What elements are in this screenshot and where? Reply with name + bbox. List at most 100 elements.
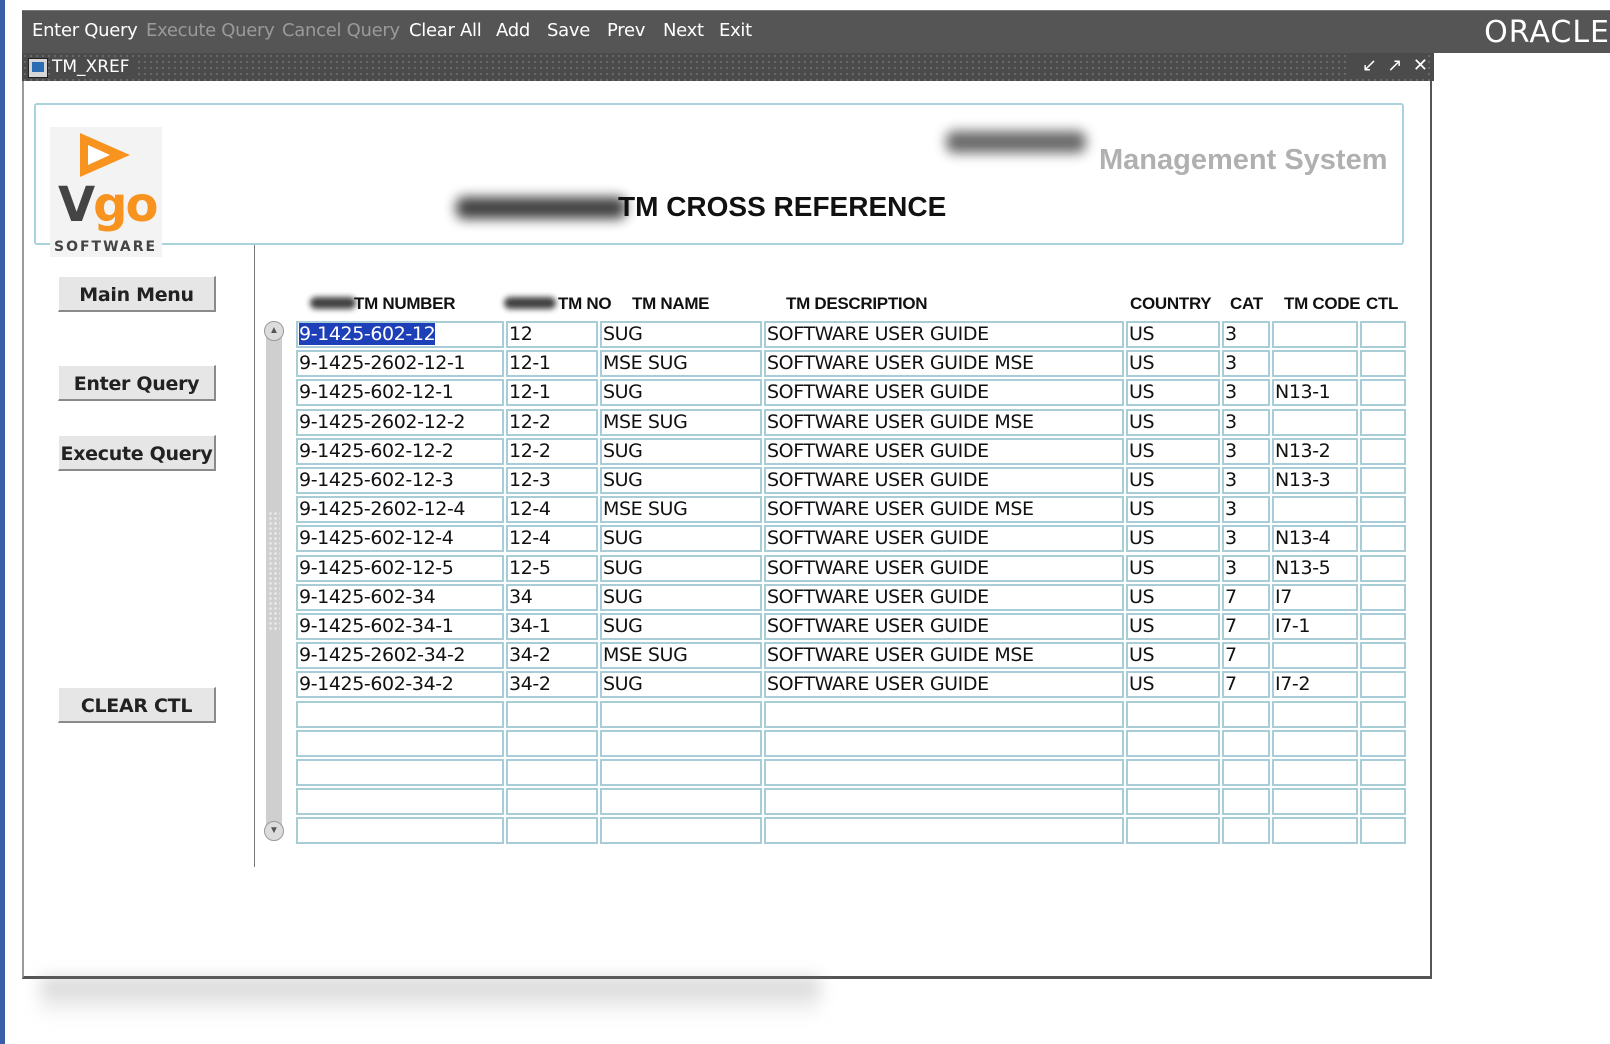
tm-name-field[interactable]: MSE SUG <box>600 350 762 377</box>
country-field[interactable] <box>1126 701 1220 728</box>
tm-name-field[interactable]: SUG <box>600 555 762 582</box>
tm-description-field[interactable]: SOFTWARE USER GUIDE <box>764 379 1124 406</box>
tm-name-field[interactable]: SUG <box>600 525 762 552</box>
tm-description-field[interactable]: SOFTWARE USER GUIDE <box>764 438 1124 465</box>
country-field[interactable]: US <box>1126 438 1220 465</box>
tm-no-field[interactable]: 12-2 <box>506 438 598 465</box>
tm-description-field[interactable] <box>764 788 1124 815</box>
cat-field[interactable] <box>1222 788 1270 815</box>
tm-description-field[interactable] <box>764 759 1124 786</box>
tm-name-field[interactable]: SUG <box>600 438 762 465</box>
tm-code-field[interactable] <box>1272 701 1358 728</box>
tm-code-field[interactable] <box>1272 409 1358 436</box>
tm-description-field[interactable]: SOFTWARE USER GUIDE MSE <box>764 350 1124 377</box>
cat-field[interactable]: 7 <box>1222 613 1270 640</box>
menu-add[interactable]: Add <box>496 20 530 41</box>
tm-number-field[interactable]: 9-1425-602-12-4 <box>296 525 504 552</box>
tm-name-field[interactable]: SUG <box>600 671 762 698</box>
tm-number-field[interactable]: 9-1425-602-12-1 <box>296 379 504 406</box>
close-icon[interactable]: ✕ <box>1413 55 1428 76</box>
tm-no-field[interactable]: 12-1 <box>506 350 598 377</box>
tm-description-field[interactable]: SOFTWARE USER GUIDE MSE <box>764 642 1124 669</box>
tm-code-field[interactable]: N13-1 <box>1272 379 1358 406</box>
menu-next[interactable]: Next <box>663 20 704 41</box>
ctl-field[interactable] <box>1360 321 1406 348</box>
tm-number-field[interactable] <box>296 788 504 815</box>
tm-no-field[interactable]: 34 <box>506 584 598 611</box>
ctl-field[interactable] <box>1360 496 1406 523</box>
tm-description-field[interactable]: SOFTWARE USER GUIDE <box>764 467 1124 494</box>
country-field[interactable] <box>1126 759 1220 786</box>
cat-field[interactable] <box>1222 730 1270 757</box>
tm-code-field[interactable]: N13-3 <box>1272 467 1358 494</box>
tm-description-field[interactable]: SOFTWARE USER GUIDE <box>764 584 1124 611</box>
country-field[interactable]: US <box>1126 613 1220 640</box>
ctl-field[interactable] <box>1360 701 1406 728</box>
tm-code-field[interactable]: I7-2 <box>1272 671 1358 698</box>
tm-code-field[interactable] <box>1272 321 1358 348</box>
country-field[interactable]: US <box>1126 584 1220 611</box>
tm-number-field[interactable]: 9-1425-602-12-5 <box>296 555 504 582</box>
tm-name-field[interactable] <box>600 788 762 815</box>
tm-number-field[interactable]: 9-1425-602-12 <box>296 321 504 348</box>
cat-field[interactable]: 3 <box>1222 525 1270 552</box>
tm-code-field[interactable]: N13-2 <box>1272 438 1358 465</box>
cat-field[interactable] <box>1222 701 1270 728</box>
tm-number-field[interactable]: 9-1425-2602-34-2 <box>296 642 504 669</box>
tm-number-field[interactable]: 9-1425-2602-12-1 <box>296 350 504 377</box>
cat-field[interactable]: 3 <box>1222 467 1270 494</box>
scroll-up-icon[interactable]: ▲ <box>264 321 284 341</box>
tm-code-field[interactable] <box>1272 730 1358 757</box>
ctl-field[interactable] <box>1360 555 1406 582</box>
tm-no-field[interactable]: 34-1 <box>506 613 598 640</box>
tm-name-field[interactable]: SUG <box>600 613 762 640</box>
tm-code-field[interactable]: N13-4 <box>1272 525 1358 552</box>
tm-number-field[interactable] <box>296 759 504 786</box>
ctl-field[interactable] <box>1360 379 1406 406</box>
ctl-field[interactable] <box>1360 730 1406 757</box>
ctl-field[interactable] <box>1360 584 1406 611</box>
tm-code-field[interactable] <box>1272 496 1358 523</box>
tm-no-field[interactable] <box>506 730 598 757</box>
tm-number-field[interactable]: 9-1425-602-12-3 <box>296 467 504 494</box>
country-field[interactable]: US <box>1126 409 1220 436</box>
menu-save[interactable]: Save <box>547 20 590 41</box>
country-field[interactable]: US <box>1126 555 1220 582</box>
tm-name-field[interactable] <box>600 730 762 757</box>
tm-name-field[interactable] <box>600 817 762 844</box>
country-field[interactable]: US <box>1126 642 1220 669</box>
ctl-field[interactable] <box>1360 467 1406 494</box>
tm-no-field[interactable] <box>506 788 598 815</box>
country-field[interactable] <box>1126 730 1220 757</box>
maximize-icon[interactable]: ↗ <box>1387 55 1402 76</box>
tm-name-field[interactable]: MSE SUG <box>600 642 762 669</box>
tm-code-field[interactable] <box>1272 642 1358 669</box>
cat-field[interactable]: 3 <box>1222 379 1270 406</box>
menu-enter-query[interactable]: Enter Query <box>32 20 138 41</box>
tm-code-field[interactable] <box>1272 350 1358 377</box>
tm-name-field[interactable]: MSE SUG <box>600 496 762 523</box>
tm-no-field[interactable] <box>506 817 598 844</box>
ctl-field[interactable] <box>1360 438 1406 465</box>
tm-name-field[interactable]: SUG <box>600 584 762 611</box>
ctl-field[interactable] <box>1360 671 1406 698</box>
tm-no-field[interactable]: 12-2 <box>506 409 598 436</box>
tm-name-field[interactable] <box>600 701 762 728</box>
window-titlebar[interactable]: TM_XREF ↙ ↗ ✕ <box>22 53 1434 81</box>
tm-number-field[interactable]: 9-1425-2602-12-2 <box>296 409 504 436</box>
ctl-field[interactable] <box>1360 817 1406 844</box>
tm-name-field[interactable]: SUG <box>600 379 762 406</box>
tm-number-field[interactable]: 9-1425-602-34-1 <box>296 613 504 640</box>
clear-ctl-button[interactable]: CLEAR CTL <box>58 687 216 723</box>
ctl-field[interactable] <box>1360 350 1406 377</box>
menu-exit[interactable]: Exit <box>719 20 752 41</box>
tm-no-field[interactable]: 12-1 <box>506 379 598 406</box>
tm-no-field[interactable] <box>506 701 598 728</box>
tm-number-field[interactable]: 9-1425-602-12-2 <box>296 438 504 465</box>
cat-field[interactable] <box>1222 817 1270 844</box>
menu-prev[interactable]: Prev <box>607 20 645 41</box>
country-field[interactable]: US <box>1126 379 1220 406</box>
country-field[interactable]: US <box>1126 496 1220 523</box>
tm-description-field[interactable]: SOFTWARE USER GUIDE <box>764 525 1124 552</box>
tm-no-field[interactable]: 12-4 <box>506 496 598 523</box>
